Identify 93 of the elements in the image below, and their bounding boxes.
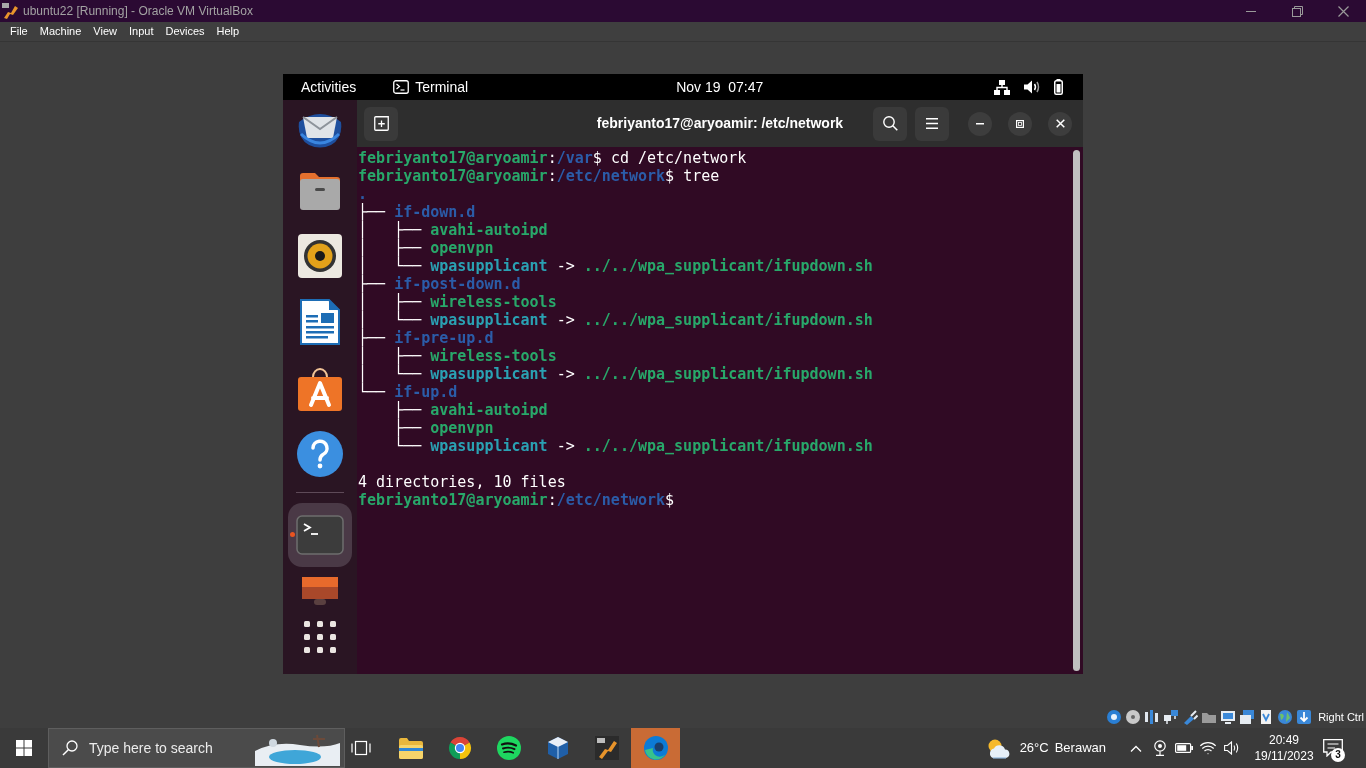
tree-line: │ ├── wireless-tools	[358, 347, 558, 365]
monitor-icon	[302, 577, 338, 605]
shopping-bag-icon	[298, 365, 342, 411]
disk-icon[interactable]	[1106, 709, 1123, 725]
maximize-icon	[1016, 119, 1024, 128]
menu-item[interactable]: Devices	[159, 22, 211, 41]
tree-line: │ └── wpasupplicant -> ../../wpa_supplicant/ifupdown.sh	[358, 365, 874, 383]
network-icon[interactable]	[1163, 709, 1180, 725]
disc-icon[interactable]	[1125, 709, 1142, 725]
notification-icon	[1323, 739, 1343, 757]
activities-button[interactable]: Activities	[293, 76, 365, 98]
minimize-icon	[1246, 10, 1256, 12]
volume-icon	[1224, 741, 1240, 755]
tree-line: ├── if-down.d	[358, 203, 477, 221]
close-icon	[1337, 5, 1349, 17]
search-button[interactable]	[873, 106, 907, 141]
host-key-label: Right Ctrl	[1318, 709, 1364, 725]
tree-root: .	[358, 185, 369, 203]
document-icon	[300, 299, 340, 345]
monitor-icon[interactable]	[1220, 709, 1237, 725]
prompt-line: febriyanto17@aryoamir:/etc/network$	[358, 491, 676, 509]
bars-icon[interactable]	[1144, 709, 1161, 725]
task-view-icon	[351, 740, 371, 756]
network-icon	[994, 79, 1010, 95]
tree-line: └── wpasupplicant -> ../../wpa_supplicant/ifupdown.sh	[393, 437, 874, 455]
search-icon	[62, 740, 78, 756]
menu-item[interactable]: Machine	[33, 22, 88, 41]
clock-date: 19/11/2023	[1254, 748, 1314, 764]
notifications-button[interactable]: 3	[1316, 728, 1350, 768]
tree-line: ├── if-post-down.d	[358, 275, 522, 293]
window-title: febriyanto17@aryoamir: /etc/network	[596, 114, 844, 133]
terminal-icon	[296, 515, 344, 555]
clock-button[interactable]: Nov 19 07:47	[668, 76, 772, 98]
app-logo-icon	[2, 3, 18, 19]
battery-icon	[1175, 743, 1193, 753]
swirl-logo-icon	[643, 736, 668, 760]
globe-icon[interactable]	[1277, 709, 1294, 725]
tree-line: │ └── wpasupplicant -> ../../wpa_supplicant/ifupdown.sh	[358, 257, 874, 275]
clock-time: 20:49	[1269, 732, 1299, 748]
minimize-button[interactable]	[968, 111, 992, 136]
minimize-icon	[976, 122, 984, 125]
ring-logo-icon	[447, 736, 472, 760]
volume-icon	[1024, 80, 1040, 94]
wifi-icon	[1200, 741, 1216, 755]
tree-line: │ ├── openvpn	[358, 239, 495, 257]
battery-icon	[1054, 79, 1063, 95]
weather-button[interactable]: 26°C Berawan	[982, 728, 1114, 768]
close-icon	[1055, 119, 1065, 128]
new-tab-icon	[373, 116, 389, 131]
clock-button[interactable]: 20:49 19/11/2023	[1252, 728, 1316, 768]
menu-button[interactable]	[915, 106, 949, 141]
menu-item[interactable]: Help	[210, 22, 246, 41]
help-icon	[297, 431, 343, 477]
folder-icon	[398, 737, 423, 759]
windows-logo-icon	[16, 740, 32, 756]
temperature-text: 26°C	[1019, 739, 1049, 758]
search-icon	[882, 116, 898, 131]
menu-item[interactable]: File	[4, 22, 34, 41]
search-input[interactable]: Type here to search	[89, 737, 239, 759]
menu-icon	[926, 118, 938, 129]
tree-line: ├── openvpn	[393, 419, 495, 437]
app-tile-icon	[594, 736, 619, 760]
menu-item[interactable]: View	[87, 22, 123, 41]
tree-line: │ └── wpasupplicant -> ../../wpa_supplicant/ifupdown.sh	[358, 311, 874, 329]
grid-icon	[304, 621, 336, 653]
tree-line: │ ├── wireless-tools	[358, 293, 558, 311]
prompt-line: febriyanto17@aryoamir:/var$ cd /etc/network	[358, 149, 748, 167]
prompt-line: febriyanto17@aryoamir:/etc/network$ tree	[358, 167, 721, 185]
taskbar-app-button[interactable]	[631, 728, 680, 768]
notification-badge: 3	[1331, 748, 1345, 762]
search-bar[interactable]: Type here to search	[48, 728, 345, 768]
terminal-icon	[393, 80, 410, 94]
app-menu-button[interactable]: Terminal	[385, 76, 477, 98]
window-title: ubuntu22 [Running] - Oracle VM VirtualBox	[23, 3, 253, 20]
new-tab-button[interactable]	[364, 106, 398, 141]
output-line: 4 directories, 10 files	[358, 473, 567, 491]
tree-line: ├── if-pre-up.d	[358, 329, 495, 347]
window-icon[interactable]	[1239, 709, 1256, 725]
sound-waves-icon	[496, 736, 521, 760]
cube-icon	[545, 736, 570, 760]
restore-icon	[1291, 5, 1303, 17]
maximize-button[interactable]	[1008, 111, 1032, 136]
pen-icon[interactable]	[1182, 709, 1199, 725]
webcam-icon	[1154, 740, 1166, 756]
tree-line: │ ├── avahi-autoipd	[358, 221, 549, 239]
tree-line: ├── avahi-autoipd	[393, 401, 549, 419]
speaker-icon	[298, 234, 342, 278]
tree-line: └── if-up.d	[358, 383, 459, 401]
menu-item[interactable]: Input	[122, 22, 160, 41]
scrollbar-thumb[interactable]	[1073, 150, 1080, 671]
weather-condition-text: Berawan	[1054, 739, 1106, 758]
chevron-up-icon	[1130, 744, 1142, 752]
close-button[interactable]	[1048, 111, 1072, 136]
